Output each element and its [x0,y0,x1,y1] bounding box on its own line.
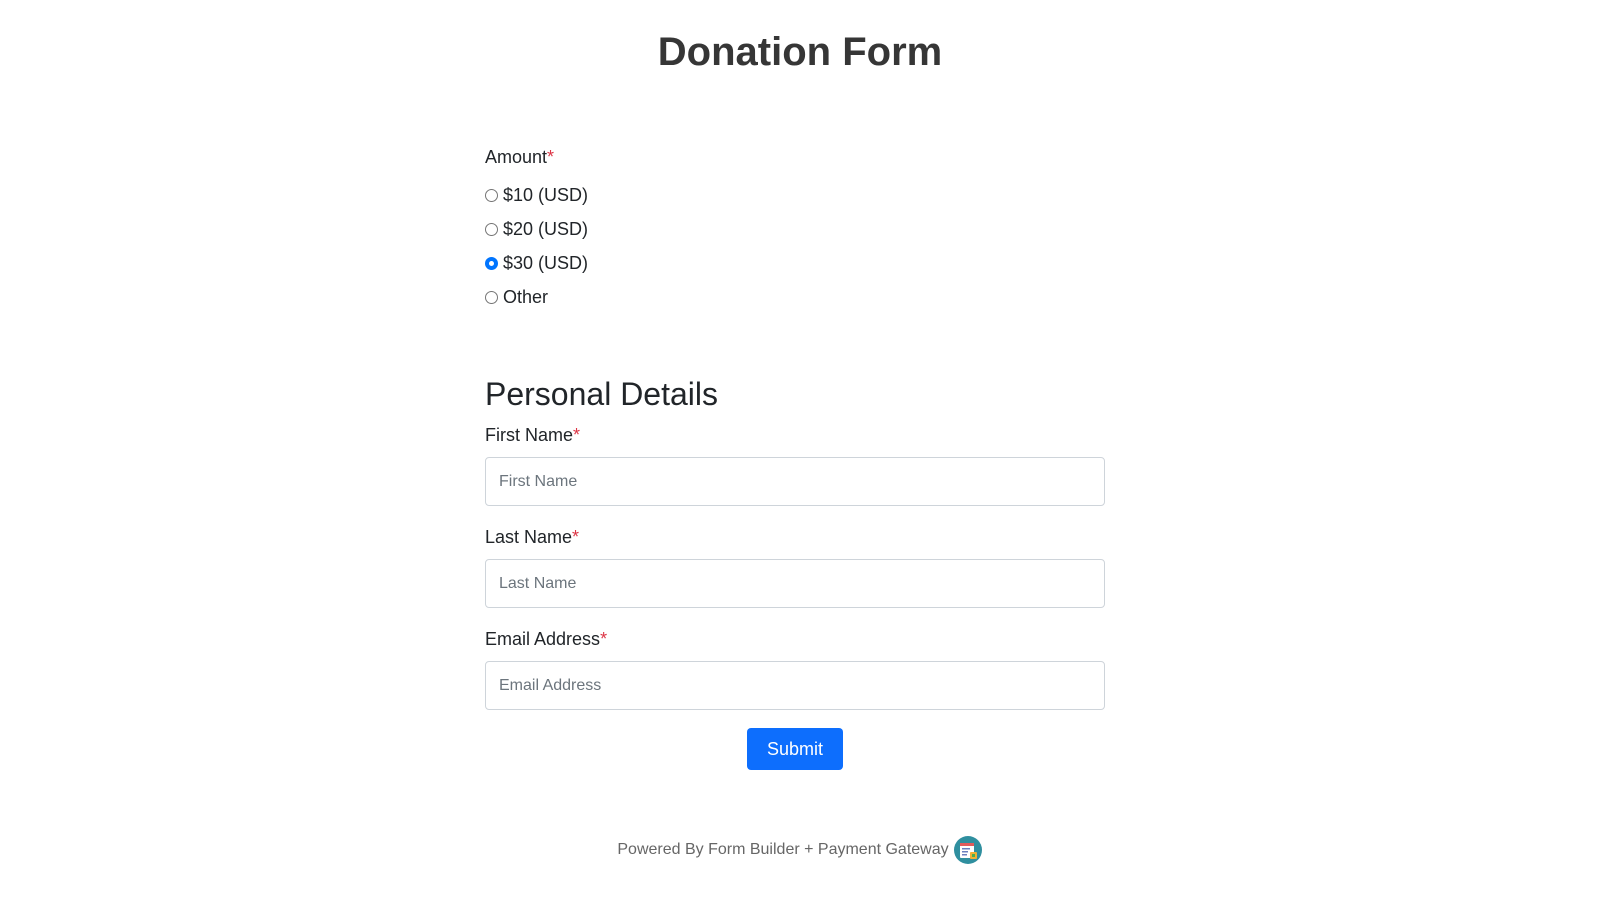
submit-button[interactable]: Submit [746,728,844,770]
amount-option-label: $30 (USD) [503,252,589,273]
email-label-text: Email Address [485,629,601,649]
first-name-label-text: First Name [485,425,574,445]
required-star: * [547,147,555,167]
amount-label: Amount* [485,146,1105,168]
footer: Powered By Form Builder + Payment Gatewa… [0,835,1600,865]
first-name-input[interactable] [485,457,1105,506]
last-name-label: Last Name* [485,526,1105,548]
required-star: * [600,629,608,649]
email-input[interactable] [485,661,1105,710]
page: Donation Form Amount* $10 (USD) $20 (USD… [0,0,1600,900]
last-name-field: Last Name* [485,526,1105,608]
radio-button[interactable] [485,222,498,236]
form-builder-logo-icon[interactable] [953,835,983,865]
radio-button-selected[interactable] [485,256,498,270]
email-field: Email Address* [485,628,1105,710]
first-name-label: First Name* [485,424,1105,446]
amount-option-other[interactable]: Other [485,280,1105,314]
powered-by-text: Powered By Form Builder + Payment Gatewa… [617,841,949,858]
required-star: * [573,425,581,445]
amount-option-30[interactable]: $30 (USD) [485,246,1105,280]
personal-details-heading: Personal Details [485,376,718,412]
amount-label-text: Amount [485,147,548,167]
email-label: Email Address* [485,628,1105,650]
amount-option-label: Other [503,286,549,307]
form-title: Donation Form [657,30,943,74]
radio-button[interactable] [485,290,498,304]
amount-option-20[interactable]: $20 (USD) [485,212,1105,246]
amount-option-label: $10 (USD) [503,184,589,205]
last-name-label-text: Last Name [485,527,573,547]
radio-button[interactable] [485,188,498,202]
last-name-input[interactable] [485,559,1105,608]
amount-option-label: $20 (USD) [503,218,589,239]
first-name-field: First Name* [485,424,1105,506]
amount-radio-group: $10 (USD) $20 (USD) $30 (USD) Other [485,178,1105,314]
amount-option-10[interactable]: $10 (USD) [485,178,1105,212]
submit-wrap: Submit [485,728,1105,770]
required-star: * [572,527,580,547]
form-body: Amount* $10 (USD) $20 (USD) $30 (USD) Ot… [485,146,1105,770]
amount-field: Amount* $10 (USD) $20 (USD) $30 (USD) Ot… [485,146,1105,314]
